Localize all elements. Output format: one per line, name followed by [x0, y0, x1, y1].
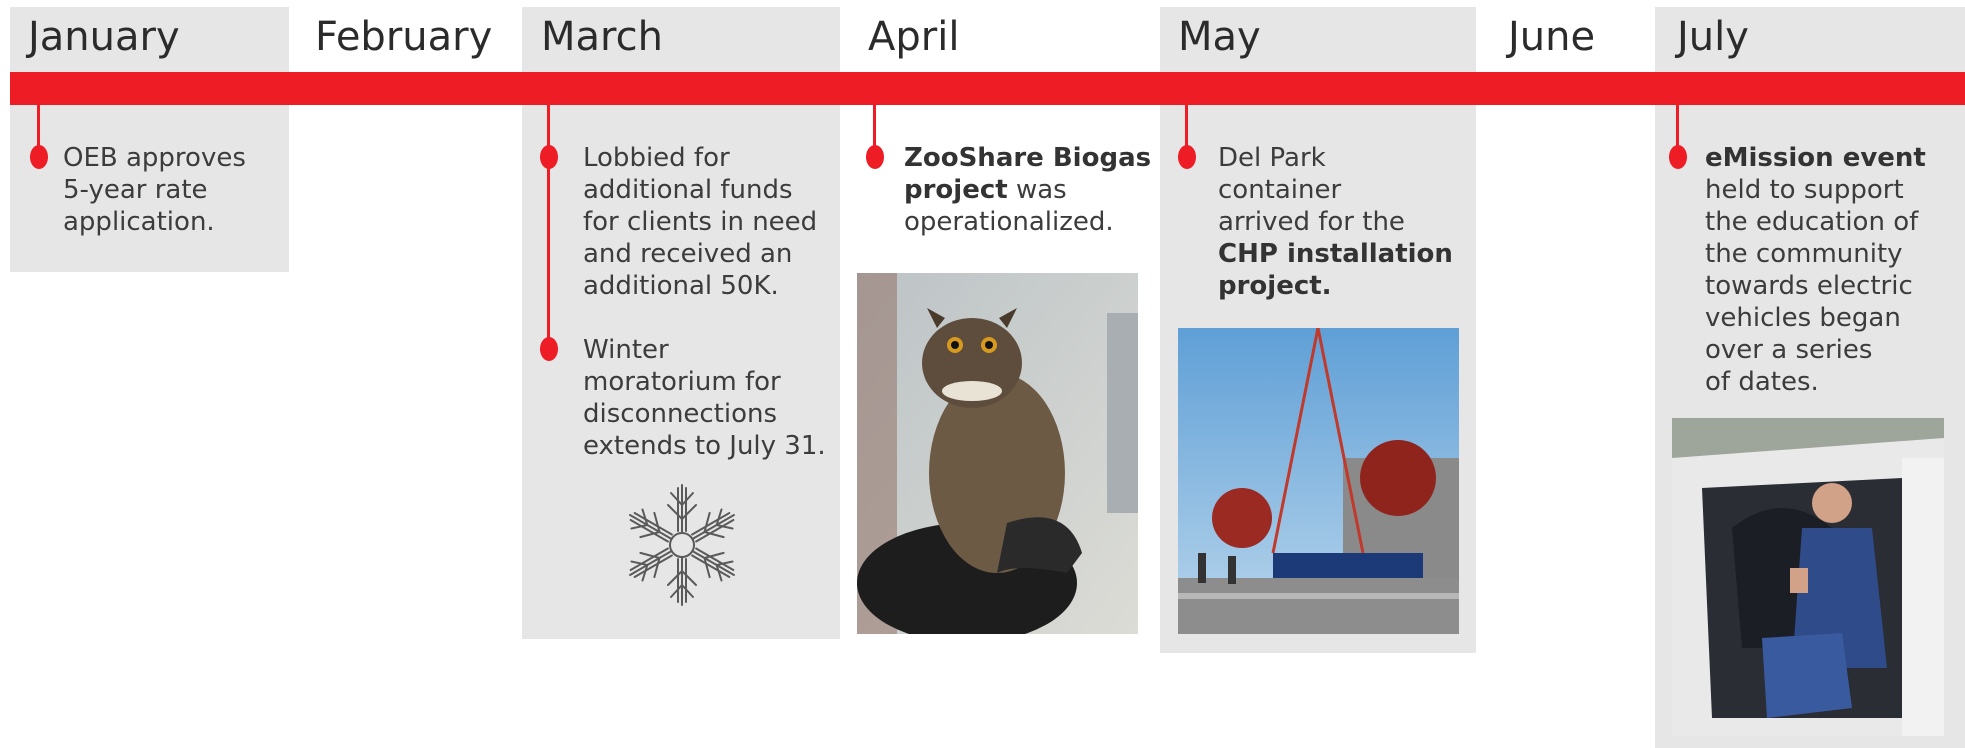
july-bullet — [1669, 145, 1687, 169]
may-event-text: Del Park container arrived for the — [1218, 143, 1405, 237]
march-connector — [547, 104, 550, 348]
man-in-electric-car-photo — [1672, 418, 1944, 736]
july-event-title: eMission event — [1705, 143, 1926, 173]
march-bullet-2 — [540, 337, 558, 361]
month-june: June — [1508, 14, 1596, 60]
may-event: Del Park container arrived for the CHP i… — [1218, 142, 1453, 302]
snowflake-icon — [620, 478, 744, 612]
month-july: July — [1677, 14, 1749, 60]
april-event: ZooShare Biogas project was operationali… — [904, 142, 1151, 238]
owl-photo — [857, 273, 1138, 634]
july-event: eMission event held to support the educa… — [1705, 142, 1926, 398]
april-bullet — [866, 145, 884, 169]
month-february: February — [315, 14, 493, 60]
march-bullet-1 — [540, 145, 558, 169]
month-may: May — [1178, 14, 1261, 60]
january-bullet — [30, 145, 48, 169]
march-event-funds: Lobbied for additional funds for clients… — [583, 143, 818, 301]
container-crane-photo — [1178, 328, 1459, 634]
march-event-moratorium: Winter moratorium for disconnections ext… — [583, 335, 826, 461]
july-event-rest: held to support the education of the com… — [1705, 175, 1919, 397]
january-event: OEB approves 5-year rate application. — [63, 143, 246, 237]
timeline-bar — [10, 72, 1965, 105]
month-january: January — [28, 14, 180, 60]
may-bullet — [1178, 145, 1196, 169]
month-april: April — [868, 14, 960, 60]
month-march: March — [541, 14, 663, 60]
may-event-project: CHP installation project. — [1218, 239, 1453, 301]
